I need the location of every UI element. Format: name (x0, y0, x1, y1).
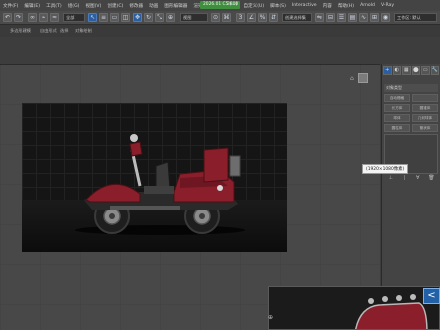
menu-item[interactable]: 内容 (320, 3, 335, 9)
pin-stack-icon[interactable]: ⊥ (388, 175, 394, 181)
front-hub (199, 213, 205, 219)
rear-hub (109, 213, 115, 219)
ribbon-tab-selection[interactable]: 选择 (60, 28, 68, 34)
seat-base (144, 186, 174, 194)
menu-item[interactable]: 视图(V) (82, 3, 104, 9)
preview-gizmo-icon[interactable]: ⊕ (268, 314, 278, 324)
main-toolbar: ↶ ↷ ∞ ⌁ ≈ 全部 ↖ ≡ ▭ ◫ ✥ ↻ ⤡ ⊕ 视图 ⊙ ⌘ 3 ∠ … (0, 11, 440, 25)
menu-item[interactable]: 创建(C) (104, 3, 126, 9)
window-crossing-icon[interactable]: ◫ (121, 13, 130, 22)
menu-item[interactable]: Interactive (289, 3, 320, 8)
menu-item[interactable]: 组(G) (65, 3, 83, 9)
ribbon-tab-freeform[interactable]: 自由形式 (40, 28, 57, 34)
collapse-preview-button[interactable]: < (423, 288, 440, 304)
menu-item[interactable]: 动画 (146, 3, 161, 9)
vehicle-model[interactable] (70, 130, 250, 240)
steering-box (129, 141, 143, 157)
menu-item[interactable]: 帮助(H) (335, 3, 357, 9)
mirror-icon[interactable]: ⇋ (315, 13, 324, 22)
motion-tab[interactable]: ⬤ (411, 66, 420, 75)
select-by-name-icon[interactable]: ≡ (99, 13, 108, 22)
menu-item[interactable]: 修改器 (126, 3, 146, 9)
menu-item[interactable]: 工具(T) (43, 3, 65, 9)
select-and-place-icon[interactable]: ⊕ (166, 13, 175, 22)
viewport-border (0, 64, 380, 65)
viewcube-home-icon[interactable]: ⌂ (350, 75, 354, 82)
pivot-center-icon[interactable]: ⊙ (211, 13, 220, 22)
menu-item[interactable]: 文件(F) (0, 3, 21, 9)
named-selection-dropdown[interactable]: 创建选择集 (282, 13, 312, 22)
build-number: 3800 (227, 2, 239, 7)
select-and-scale-icon[interactable]: ⤡ (155, 13, 164, 22)
seat-back (155, 161, 171, 191)
spinner-snap-icon[interactable]: ⇵ (269, 13, 278, 22)
preview-window[interactable] (268, 286, 440, 330)
geosphere-button[interactable]: 几何球体 (412, 114, 438, 122)
sphere-button[interactable]: 球体 (384, 114, 410, 122)
redo-icon[interactable]: ↷ (14, 13, 23, 22)
select-and-move-icon[interactable]: ✥ (133, 13, 142, 22)
object-type-rollout[interactable]: 对象类型 (384, 84, 438, 92)
object-type-buttons: 自动栅格 长方体 圆锥体 球体 几何球体 圆柱体 管状体 (384, 94, 438, 132)
keyboard-shortcut-override-icon[interactable]: ⌘ (222, 13, 231, 22)
rear-fender (85, 183, 141, 203)
toggle-ribbon-icon[interactable]: ▤ (348, 13, 357, 22)
snaps-toggle-icon[interactable]: 3 (236, 13, 245, 22)
preview-vehicle-detail (355, 294, 428, 329)
menu-item[interactable]: Arnold (357, 3, 378, 8)
render-size-tooltip: (1920×1080像素) (362, 164, 409, 174)
ribbon-tab-object-paint[interactable]: 对象绘制 (75, 28, 92, 34)
blank-slot (412, 94, 438, 102)
cone-button[interactable]: 圆锥体 (412, 104, 438, 112)
ribbon-tab-modeling[interactable]: 多边形建模 (10, 28, 31, 34)
menu-item[interactable]: 图形编辑器 (161, 3, 190, 9)
schematic-view-icon[interactable]: ⊞ (370, 13, 379, 22)
hierarchy-tab[interactable]: ▦ (402, 66, 411, 75)
unlink-icon[interactable]: ⌁ (39, 13, 48, 22)
headlight (217, 185, 223, 191)
menu-item[interactable]: 脚本(S) (267, 3, 289, 9)
command-panel-tabs: + ◐ ▦ ⬤ ▭ 🔧 (383, 66, 439, 76)
create-tab[interactable]: + (383, 66, 392, 75)
menu-item[interactable]: 编辑(E) (21, 3, 43, 9)
undo-icon[interactable]: ↶ (3, 13, 12, 22)
show-end-result-icon[interactable]: ∣ (401, 175, 407, 181)
percent-snap-icon[interactable]: % (258, 13, 267, 22)
steering-knob (130, 134, 138, 142)
selection-filter-dropdown[interactable]: 全部 (63, 13, 85, 22)
autogrid-checkbox[interactable]: 自动栅格 (384, 94, 410, 102)
viewcube[interactable] (358, 73, 368, 83)
modifier-stack-actions: ⊥ ∣ ∀ 🗑 (384, 175, 438, 183)
curve-editor-icon[interactable]: ∿ (359, 13, 368, 22)
select-object-icon[interactable]: ↖ (88, 13, 97, 22)
3dsmax-window: 文件(F)编辑(E)工具(T)组(G)视图(V)创建(C)修改器动画图形编辑器渲… (0, 0, 440, 330)
menu-item[interactable]: V-Ray (378, 3, 397, 8)
align-icon[interactable]: ⊟ (326, 13, 335, 22)
display-tab[interactable]: ▭ (421, 66, 430, 75)
ribbon-bar: 多边形建模 自由形式 选择 对象绘制 (0, 25, 440, 37)
spare-canister (229, 155, 241, 177)
menu-item[interactable]: 自定义(U) (240, 3, 267, 9)
cylinder-button[interactable]: 圆柱体 (384, 124, 410, 132)
modify-tab[interactable]: ◐ (392, 66, 401, 75)
layer-explorer-icon[interactable]: ☰ (337, 13, 346, 22)
step-rail (110, 206, 180, 210)
utilities-tab[interactable]: 🔧 (430, 66, 439, 75)
make-unique-icon[interactable]: ∀ (415, 175, 421, 181)
tube-button[interactable]: 管状体 (412, 124, 438, 132)
link-icon[interactable]: ∞ (28, 13, 37, 22)
rear-cargo-box (203, 147, 229, 183)
workspace-dropdown[interactable]: 工作区: 默认 (394, 13, 437, 22)
box-button[interactable]: 长方体 (384, 104, 410, 112)
rectangular-selection-icon[interactable]: ▭ (110, 13, 119, 22)
select-and-rotate-icon[interactable]: ↻ (144, 13, 153, 22)
remove-modifier-icon[interactable]: 🗑 (428, 175, 434, 181)
material-editor-icon[interactable]: ◉ (381, 13, 390, 22)
reference-coordinate-dropdown[interactable]: 视图 (180, 13, 208, 22)
bind-space-warp-icon[interactable]: ≈ (50, 13, 59, 22)
angle-snap-icon[interactable]: ∠ (247, 13, 256, 22)
